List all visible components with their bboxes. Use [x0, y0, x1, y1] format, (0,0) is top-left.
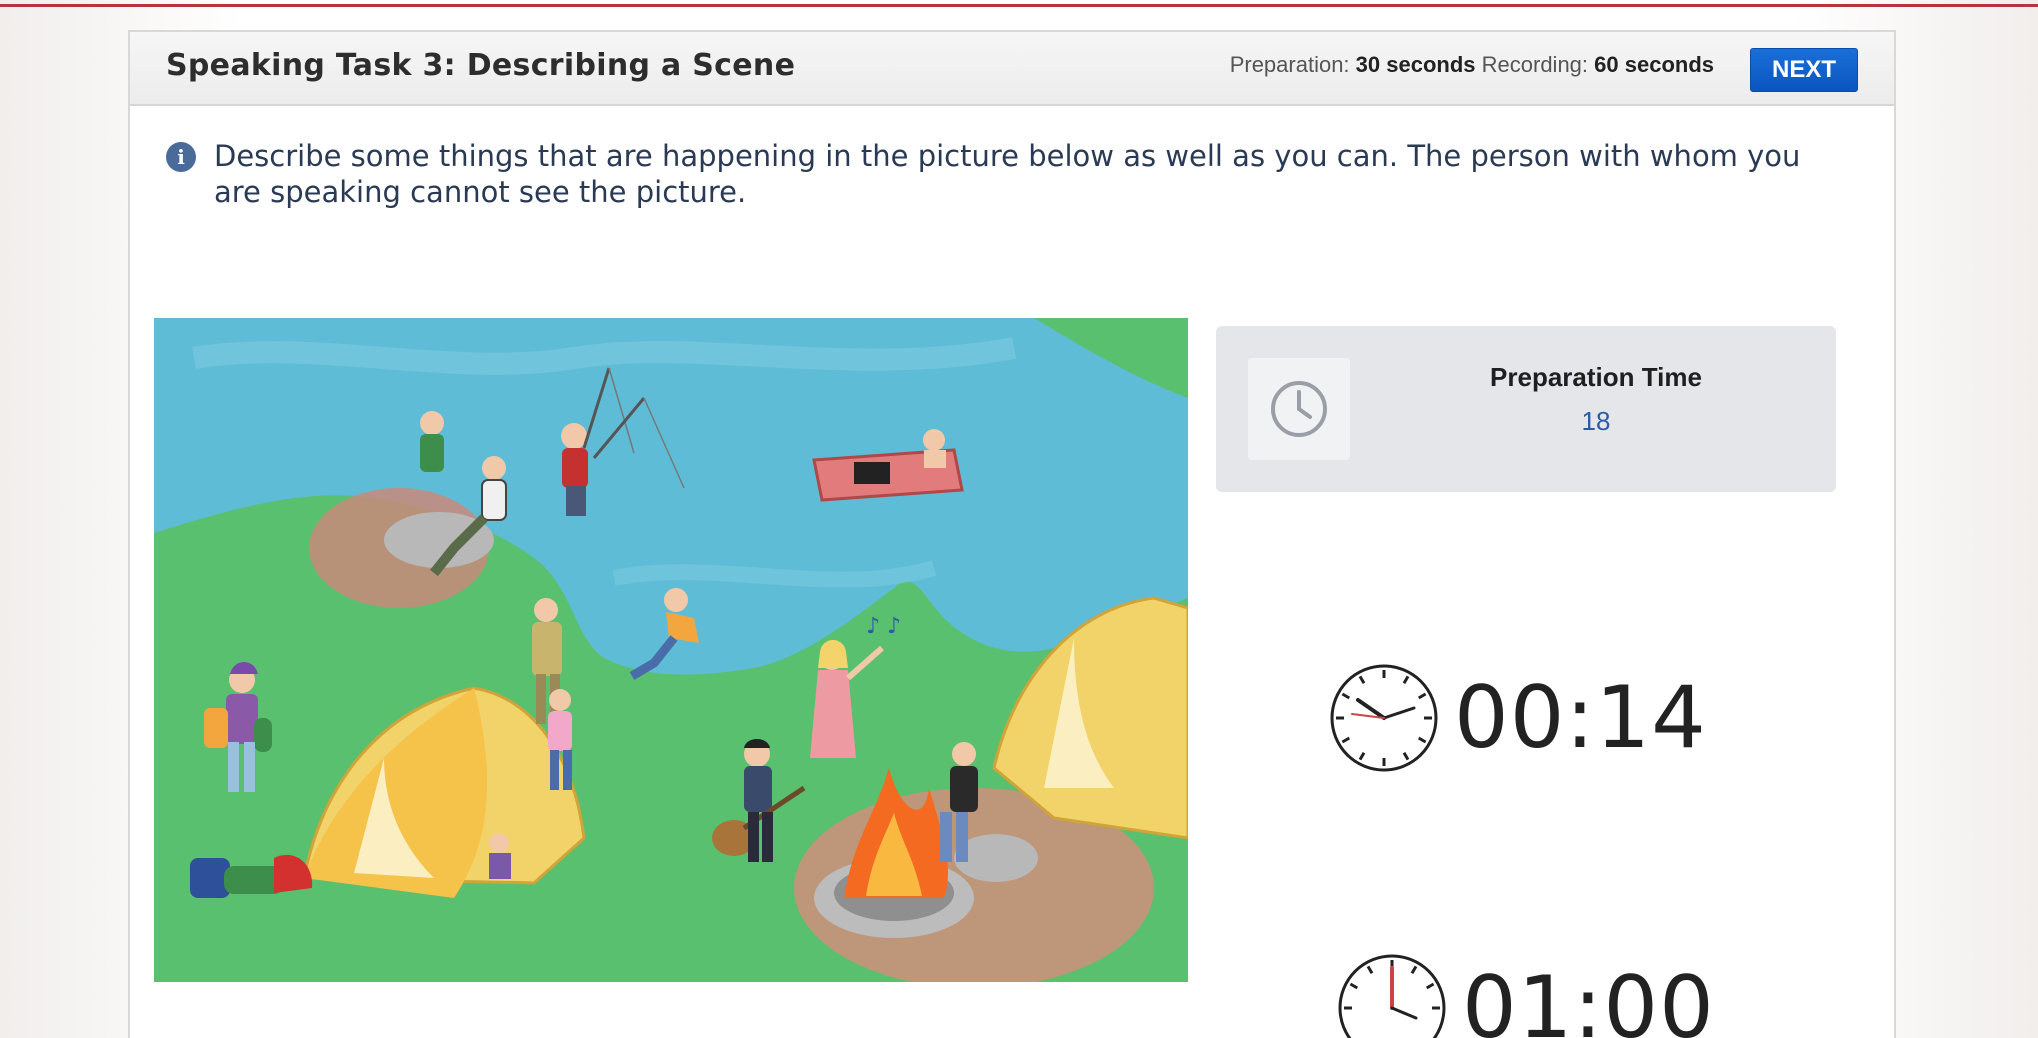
- recording-label: Recording:: [1481, 52, 1589, 77]
- instruction-text: Describe some things that are happening …: [214, 139, 1801, 209]
- recording-timer: 01:00: [1336, 952, 1715, 1038]
- preparation-countdown: 00:14: [1454, 668, 1707, 768]
- next-button[interactable]: NEXT: [1750, 48, 1858, 92]
- timing-info: Preparation: 30 seconds Recording: 60 se…: [1230, 52, 1714, 78]
- preparation-timer: 00:14: [1328, 662, 1707, 774]
- recording-duration: 60 seconds: [1594, 52, 1714, 77]
- task-title: Speaking Task 3: Describing a Scene: [166, 48, 796, 83]
- info-icon: i: [166, 142, 196, 172]
- recording-countdown: 01:00: [1462, 958, 1715, 1038]
- preparation-time-value: 18: [1581, 406, 1611, 436]
- svg-text:♪ ♪: ♪ ♪: [866, 614, 901, 639]
- preparation-time-label: Preparation Time: [1490, 362, 1702, 392]
- top-accent-rule: [0, 4, 2038, 7]
- task-header: Speaking Task 3: Describing a Scene Prep…: [130, 32, 1894, 106]
- clock-icon: [1248, 358, 1350, 460]
- preparation-label: Preparation:: [1229, 52, 1350, 77]
- analog-clock-icon: [1338, 954, 1446, 1038]
- camping-scene-image: ♪ ♪: [154, 318, 1188, 982]
- scene-illustration: ♪ ♪: [154, 318, 1188, 982]
- analog-clock-icon: [1330, 664, 1438, 772]
- preparation-time-card: Preparation Time 18: [1216, 326, 1836, 492]
- task-panel: Speaking Task 3: Describing a Scene Prep…: [128, 30, 1896, 1038]
- instruction: i Describe some things that are happenin…: [166, 138, 1856, 210]
- preparation-duration: 30 seconds: [1355, 52, 1476, 77]
